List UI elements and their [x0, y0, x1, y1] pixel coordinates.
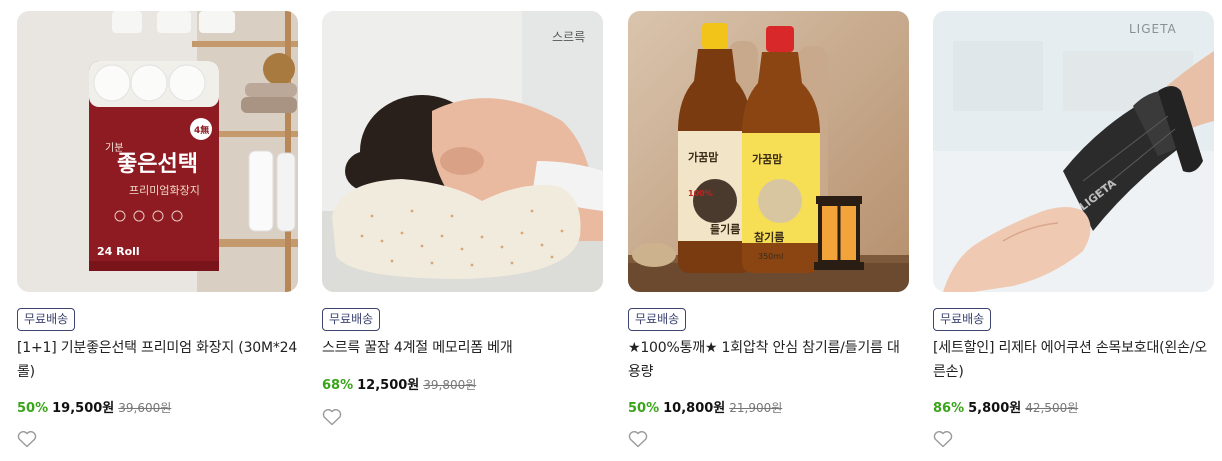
product-image[interactable]: LIGETA LIGETA	[933, 11, 1214, 292]
heart-outline-icon[interactable]	[933, 430, 953, 448]
oil-label-left: 들기름	[710, 222, 740, 236]
discount-rate: 50%	[628, 401, 660, 416]
product-title[interactable]: ★100%통깨★ 1회압착 안심 참기름/들기름 대용량	[628, 336, 909, 384]
pillow-logo: 스르륵	[552, 30, 585, 44]
heart-outline-icon[interactable]	[17, 430, 37, 448]
price-row: 50% 10,800원 21,900원	[628, 398, 782, 419]
svg-text:가꿈맘: 가꿈맘	[752, 152, 782, 166]
sale-price: 5,800원	[968, 401, 1022, 416]
product-card[interactable]: 기분 좋은선택 프리미엄화장지 4無 24 Roll 무료배송 [1+1] 기분…	[17, 11, 298, 451]
original-price: 21,900원	[729, 401, 783, 415]
product-card[interactable]: LIGETA LIGETA 무료배송 [세트할인] 리제타 에어쿠션 손목보호대…	[933, 11, 1214, 451]
product-card[interactable]: 스르륵 무료배송 스르륵 꿀잠 4계절 메모리폼 베개 68% 12,500원 39…	[322, 11, 603, 451]
price-row: 68% 12,500원 39,800원	[322, 375, 476, 396]
free-shipping-badge: 무료배송	[933, 308, 992, 331]
sale-price: 10,800원	[663, 401, 726, 416]
free-shipping-badge: 무료배송	[628, 308, 687, 331]
price-row: 50% 19,500원 39,600원	[17, 398, 171, 419]
original-price: 42,500원	[1025, 401, 1079, 415]
brace-logo: LIGETA	[1129, 22, 1177, 36]
oil-percent-left: 100%	[688, 189, 713, 198]
package-count: 24 Roll	[97, 245, 140, 258]
svg-text:가꿈맘: 가꿈맘	[688, 150, 718, 164]
oil-volume: 350ml	[758, 252, 783, 261]
oil-label-right: 참기름	[754, 230, 784, 244]
product-card[interactable]: 가꿈맘 100% 들기름 가꿈맘 참기름 350ml 무료배송 ★100%통깨★…	[628, 11, 909, 451]
free-shipping-badge: 무료배송	[322, 308, 381, 331]
product-title[interactable]: [1+1] 기분좋은선택 프리미엄 화장지 (30M*24롤)	[17, 336, 298, 384]
discount-rate: 68%	[322, 378, 354, 393]
package-subtitle: 프리미엄화장지	[129, 184, 200, 197]
heart-outline-icon[interactable]	[628, 430, 648, 448]
product-title[interactable]: [세트할인] 리제타 에어쿠션 손목보호대(왼손/오른손)	[933, 336, 1214, 384]
price-row: 86% 5,800원 42,500원	[933, 398, 1078, 419]
discount-rate: 50%	[17, 401, 49, 416]
product-image[interactable]: 기분 좋은선택 프리미엄화장지 4無 24 Roll	[17, 11, 298, 292]
discount-rate: 86%	[933, 401, 965, 416]
original-price: 39,600원	[118, 401, 172, 415]
free-shipping-badge: 무료배송	[17, 308, 76, 331]
product-title[interactable]: 스르륵 꿀잠 4계절 메모리폼 베개	[322, 336, 603, 360]
package-tag: 4無	[194, 124, 209, 136]
original-price: 39,800원	[423, 378, 477, 392]
product-image[interactable]: 스르륵	[322, 11, 603, 292]
package-brand-big: 좋은선택	[117, 152, 198, 177]
sale-price: 19,500원	[52, 401, 115, 416]
heart-outline-icon[interactable]	[322, 408, 342, 426]
sale-price: 12,500원	[357, 378, 420, 393]
product-image[interactable]: 가꿈맘 100% 들기름 가꿈맘 참기름 350ml	[628, 11, 909, 292]
